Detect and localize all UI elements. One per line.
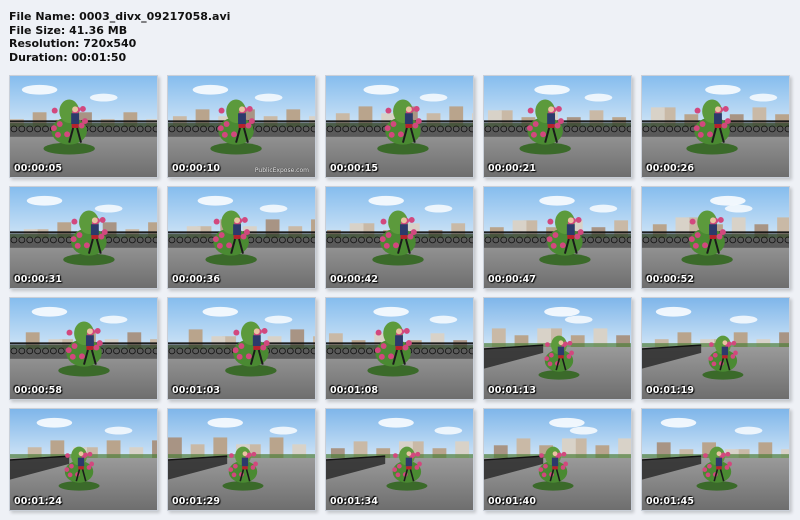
thumbnail-timestamp: 00:01:19 [646, 385, 695, 396]
thumbnail-timestamp: 00:01:40 [488, 496, 537, 507]
video-thumbnail[interactable]: 00:00:52 [641, 186, 790, 289]
thumbnail-scene [10, 76, 157, 177]
video-thumbnail[interactable]: 00:00:05 [9, 75, 158, 178]
video-thumbnail[interactable]: 00:01:24 [9, 408, 158, 511]
video-thumbnail[interactable]: 00:00:21 [483, 75, 632, 178]
video-thumbnail[interactable]: 00:01:29 [167, 408, 316, 511]
video-thumbnail[interactable]: 00:01:03 [167, 297, 316, 400]
thumbnail-scene [168, 76, 315, 177]
thumbnail-scene [10, 298, 157, 399]
video-thumbnail[interactable]: 00:00:31 [9, 186, 158, 289]
thumbnail-timestamp: 00:01:13 [488, 385, 537, 396]
resolution: Resolution: 720x540 [9, 37, 137, 50]
thumbnail-timestamp: 00:01:45 [646, 496, 695, 507]
thumbnail-timestamp: 00:00:42 [330, 274, 379, 285]
thumbnail-scene [10, 409, 157, 510]
thumbnail-timestamp: 00:00:21 [488, 163, 537, 174]
video-thumbnail[interactable]: 00:01:08 [325, 297, 474, 400]
thumbnail-timestamp: 00:00:15 [330, 163, 379, 174]
watermark-text: PublicExpose.com [254, 167, 309, 174]
video-thumbnail[interactable]: 00:00:58 [9, 297, 158, 400]
video-thumbnail[interactable]: 00:00:47 [483, 186, 632, 289]
thumbnail-scene [484, 409, 631, 510]
file-size: File Size: 41.36 MB [9, 23, 128, 37]
video-thumbnail[interactable]: 00:01:40 [483, 408, 632, 511]
thumbnail-scene [326, 409, 473, 510]
video-thumbnail[interactable]: 00:00:36 [167, 186, 316, 289]
thumbnail-timestamp: 00:00:31 [14, 274, 63, 285]
thumbnail-timestamp: 00:00:52 [646, 274, 695, 285]
thumbnail-timestamp: 00:00:26 [646, 163, 695, 174]
thumbnail-scene [642, 76, 789, 177]
thumbnail-scene [642, 298, 789, 399]
video-thumbnail[interactable]: 00:00:42 [325, 186, 474, 289]
video-thumbnail[interactable]: 00:01:13 [483, 297, 632, 400]
thumbnail-scene [484, 298, 631, 399]
thumbnail-scene [168, 409, 315, 510]
video-thumbnail[interactable]: 00:01:19 [641, 297, 790, 400]
thumbnail-timestamp: 00:00:36 [172, 274, 221, 285]
video-thumbnail[interactable]: 00:00:10 PublicExpose.com [167, 75, 316, 178]
video-thumbnail[interactable]: 00:01:45 [641, 408, 790, 511]
duration: Duration: 00:01:50 [9, 50, 127, 64]
video-thumbnail[interactable]: 00:01:34 [325, 408, 474, 511]
thumbnail-scene [484, 76, 631, 177]
thumbnail-timestamp: 00:00:58 [14, 385, 63, 396]
thumbnail-scene [642, 409, 789, 510]
file-info-panel: File Name: 0003_divx_09217058.avi File S… [9, 10, 230, 64]
thumbnail-timestamp: 00:01:34 [330, 496, 379, 507]
thumbnail-scene [326, 298, 473, 399]
thumbnail-scene [168, 298, 315, 399]
thumbnail-scene [326, 76, 473, 177]
thumbnail-timestamp: 00:01:29 [172, 496, 221, 507]
thumbnail-scene [168, 187, 315, 288]
thumbnail-grid: 00:00:05 00:00:10 PublicExpose.com 00:00:15… [9, 75, 790, 511]
thumbnail-timestamp: 00:00:05 [14, 163, 63, 174]
thumbnail-timestamp: 00:01:24 [14, 496, 63, 507]
thumbnail-scene [326, 187, 473, 288]
thumbnail-timestamp: 00:01:08 [330, 385, 379, 396]
thumbnail-scene [484, 187, 631, 288]
thumbnail-timestamp: 00:00:47 [488, 274, 537, 285]
thumbnail-scene [10, 187, 157, 288]
video-thumbnail[interactable]: 00:00:15 [325, 75, 474, 178]
thumbnail-scene [642, 187, 789, 288]
file-name: File Name: 0003_divx_09217058.avi [9, 10, 231, 23]
thumbnail-timestamp: 00:01:03 [172, 385, 221, 396]
thumbnail-timestamp: 00:00:10 [172, 163, 221, 174]
video-thumbnail[interactable]: 00:00:26 [641, 75, 790, 178]
